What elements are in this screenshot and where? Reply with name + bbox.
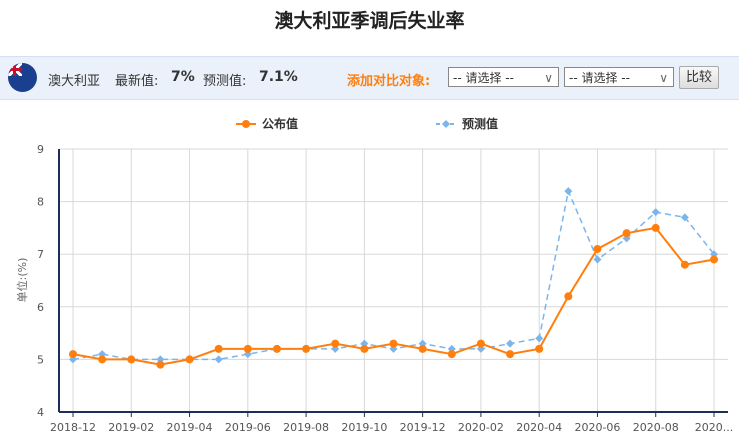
x-tick-label: 2019-04: [167, 421, 213, 434]
x-tick-label: 2020-04: [516, 421, 562, 434]
actual-point: [302, 344, 311, 353]
actual-point: [69, 350, 77, 359]
x-tick-label: 2019-12: [400, 421, 446, 434]
actual-point: [214, 344, 223, 353]
forecast-line: [72, 188, 715, 361]
actual-point: [680, 260, 689, 269]
actual-point: [156, 360, 165, 369]
x-tick-label: 2018-12: [50, 421, 96, 434]
legend-label: 公布值: [262, 116, 298, 131]
actual-point: [360, 344, 369, 353]
forecast-point: [214, 355, 223, 364]
actual-point: [710, 255, 718, 264]
actual-point: [476, 339, 485, 348]
y-tick-label: 4: [37, 406, 44, 419]
x-tick-label: 2020-06: [574, 421, 620, 434]
actual-point: [651, 223, 660, 232]
line-chart: 公布值 预测值 单位:(%) 4 5 6 7 8 9 2018-12 2019-02 2019-…: [15, 116, 733, 434]
actual-point: [185, 355, 194, 364]
x-tick-label: 2019-08: [283, 421, 329, 434]
legend-actual[interactable]: 公布值: [236, 116, 298, 131]
actual-point: [418, 344, 427, 353]
actual-point: [127, 355, 136, 364]
actual-point: [272, 344, 281, 353]
actual-point: [98, 355, 107, 364]
forecast-point: [593, 255, 602, 264]
actual-point: [389, 339, 398, 348]
y-tick-label: 5: [37, 353, 44, 366]
actual-point: [331, 339, 340, 348]
y-tick-label: 7: [37, 248, 44, 261]
actual-point: [447, 350, 456, 359]
x-tick-label: 2020...: [695, 421, 733, 434]
legend-label: 预测值: [462, 116, 498, 131]
x-tick-label: 2019-06: [225, 421, 271, 434]
forecast-point: [506, 339, 515, 348]
y-axis-label: 单位:(%): [15, 258, 29, 303]
x-tick-label: 2020-08: [633, 421, 679, 434]
y-tick-label: 6: [37, 301, 44, 314]
actual-point: [243, 344, 252, 353]
actual-point: [535, 344, 544, 353]
y-tick-label: 8: [37, 196, 44, 209]
forecast-point: [651, 208, 660, 217]
x-tick-label: 2019-10: [341, 421, 387, 434]
forecast-point: [564, 187, 573, 196]
actual-point: [593, 244, 602, 253]
x-tick-label: 2019-02: [108, 421, 154, 434]
forecast-point: [535, 334, 544, 343]
y-tick-label: 9: [37, 143, 44, 156]
actual-point: [506, 350, 515, 359]
x-tick-label: 2020-02: [458, 421, 504, 434]
actual-point: [564, 292, 573, 301]
legend-forecast[interactable]: 预测值: [436, 116, 498, 131]
actual-point: [622, 229, 631, 238]
